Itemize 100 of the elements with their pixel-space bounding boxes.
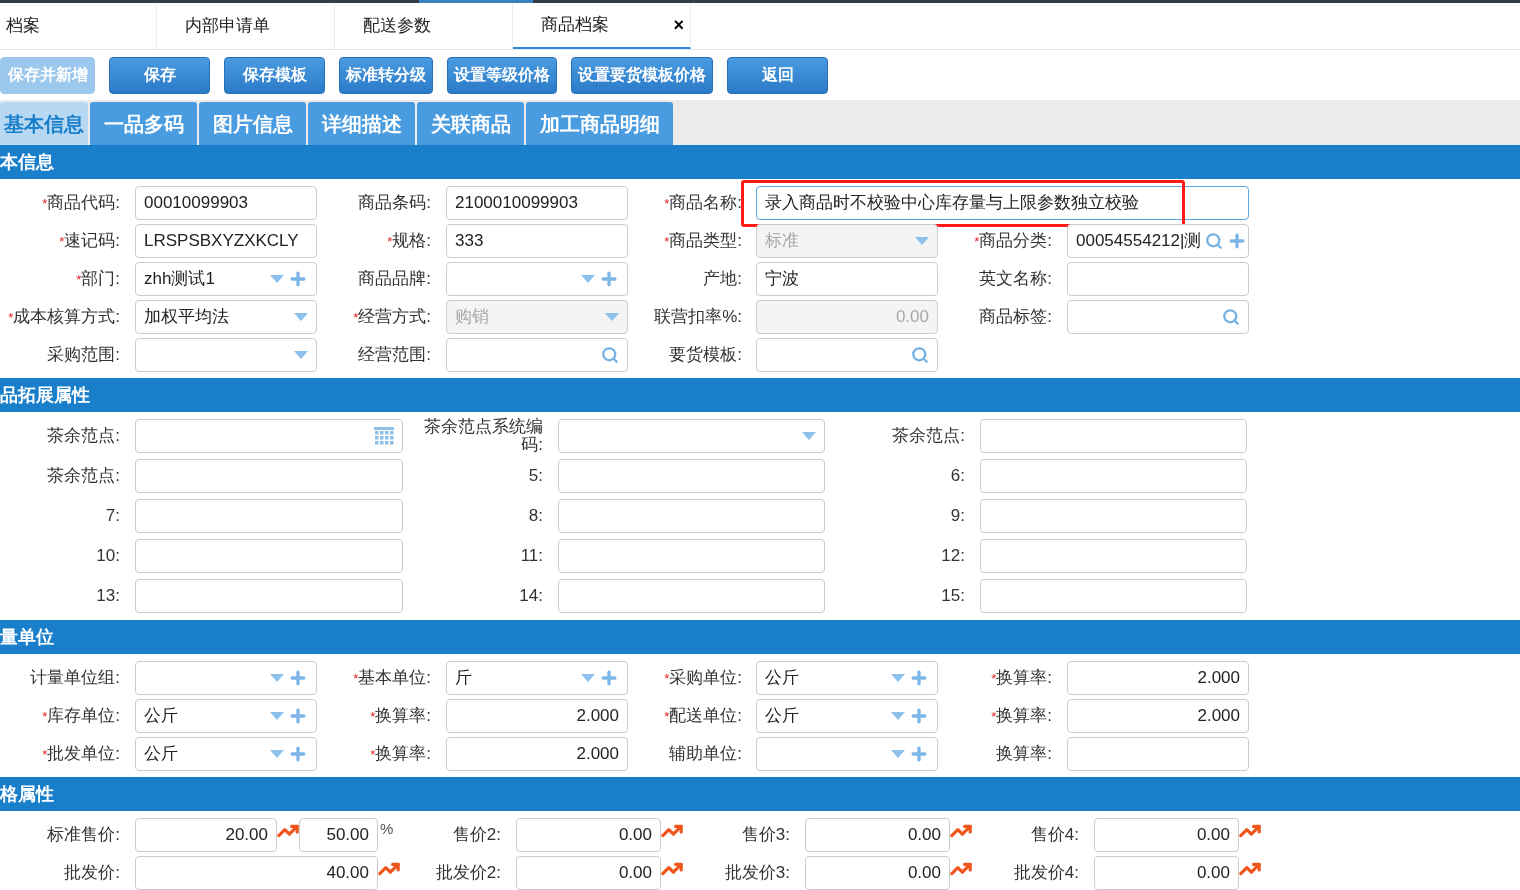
page-tab[interactable]: 内部申请单 [157,3,335,49]
input-field[interactable] [135,539,403,573]
page-tab[interactable]: 商品档案 × [513,3,691,49]
search-icon[interactable] [601,346,619,364]
input-field[interactable]: 0.00 [805,818,950,852]
input-field[interactable] [558,419,825,453]
input-field[interactable] [558,539,825,573]
input-field[interactable] [558,579,825,613]
input-field[interactable]: 0.00 [1094,818,1239,852]
dropdown-caret-icon[interactable] [891,712,905,720]
add-icon[interactable] [288,269,308,289]
dropdown-caret-icon[interactable] [294,313,308,321]
input-field[interactable]: 公斤 [135,699,317,733]
field-label: 成本核算方式: [13,308,120,326]
search-icon[interactable] [1205,232,1224,250]
input-field[interactable] [980,419,1247,453]
toolbar-button[interactable]: 返回 [727,56,828,94]
toolbar-button[interactable]: 保存模板 [224,56,325,94]
dropdown-caret-icon[interactable] [270,750,284,758]
add-icon[interactable] [288,706,308,726]
input-field[interactable] [135,338,317,372]
input-field[interactable] [980,499,1247,533]
input-field[interactable]: 50.00 [299,818,378,852]
required-mark: * [353,672,359,685]
input-field[interactable]: 2.000 [446,699,628,733]
search-icon[interactable] [911,346,929,364]
input-field[interactable] [980,459,1247,493]
input-field[interactable] [1067,737,1249,771]
toolbar-button[interactable]: 设置等级价格 [447,56,557,94]
input-field[interactable] [558,499,825,533]
add-icon[interactable] [909,668,929,688]
calendar-icon[interactable] [374,427,394,445]
toolbar-button[interactable]: 标准转分级 [339,56,433,94]
input-field[interactable]: 2100010099903 [446,186,628,220]
input-field[interactable] [558,459,825,493]
input-field[interactable]: 斤 [446,661,628,695]
input-field[interactable] [135,459,403,493]
required-mark: * [42,748,48,761]
page-tab[interactable]: 档案 [0,3,157,49]
field-label: 售价4: [1030,826,1079,844]
input-field[interactable]: 00010099903 [135,186,317,220]
add-icon[interactable] [599,668,619,688]
input-field[interactable] [756,338,938,372]
input-field[interactable]: 2.000 [1067,699,1249,733]
field-label: 13: [96,587,120,605]
input-field[interactable] [980,579,1247,613]
input-field[interactable] [1067,300,1249,334]
input-field[interactable]: 0.00 [516,818,661,852]
dropdown-caret-icon[interactable] [270,712,284,720]
input-field[interactable] [446,262,628,296]
input-field[interactable]: 0.00 [805,856,950,890]
field-label: 英文名称: [979,270,1052,288]
field-label: 换算率: [996,669,1052,687]
input-field[interactable] [980,539,1247,573]
add-icon[interactable] [909,706,929,726]
dropdown-caret-icon[interactable] [891,674,905,682]
input-field[interactable] [135,419,403,453]
input-field[interactable] [756,737,938,771]
dropdown-caret-icon[interactable] [270,275,284,283]
add-icon[interactable] [909,744,929,764]
input-field[interactable] [135,661,317,695]
dropdown-caret-icon[interactable] [891,750,905,758]
add-icon[interactable] [288,668,308,688]
dropdown-caret-icon[interactable] [581,674,595,682]
input-field[interactable]: 公斤 [135,737,317,771]
input-field[interactable]: 00054554212|测 [1067,224,1249,258]
input-field[interactable]: 0.00 [516,856,661,890]
input-field[interactable]: 333 [446,224,628,258]
input-field[interactable]: LRSPSBXYZXKCLY [135,224,317,258]
input-field[interactable]: 0.00 [1094,856,1239,890]
input-field[interactable]: 公斤 [756,661,938,695]
dropdown-caret-icon[interactable] [581,275,595,283]
input-field[interactable]: 公斤 [756,699,938,733]
field-label: 标准售价: [47,826,120,844]
input-field[interactable] [446,338,628,372]
input-field[interactable]: 2.000 [1067,661,1249,695]
add-icon[interactable] [288,744,308,764]
page-tab[interactable]: 配送参数 [335,3,513,49]
search-icon[interactable] [1222,308,1240,326]
dropdown-caret-icon[interactable] [270,674,284,682]
input-field[interactable] [135,499,403,533]
input-field[interactable]: 40.00 [135,856,378,890]
toolbar-button[interactable]: 保存 [109,56,210,94]
toolbar-button[interactable]: 设置要货模板价格 [571,56,713,94]
input-field[interactable] [1067,262,1249,296]
input-field[interactable]: 20.00 [135,818,277,852]
close-icon[interactable]: × [673,11,684,39]
input-field[interactable]: zhh测试1 [135,262,317,296]
input-field[interactable] [135,579,403,613]
input-field[interactable]: 宁波 [756,262,938,296]
add-icon[interactable] [599,269,619,289]
dropdown-caret-icon[interactable] [802,432,816,440]
input-field[interactable]: 2.000 [446,737,628,771]
dropdown-caret-icon[interactable] [294,351,308,359]
field-label: 茶余范点: [892,427,965,445]
field-label: 产地: [703,270,742,288]
input-field[interactable]: 录入商品时不校验中心库存量与上限参数独立校验 [756,186,1249,220]
field-label: 换算率: [375,745,431,763]
input-field[interactable]: 加权平均法 [135,300,317,334]
required-mark: * [991,710,997,723]
